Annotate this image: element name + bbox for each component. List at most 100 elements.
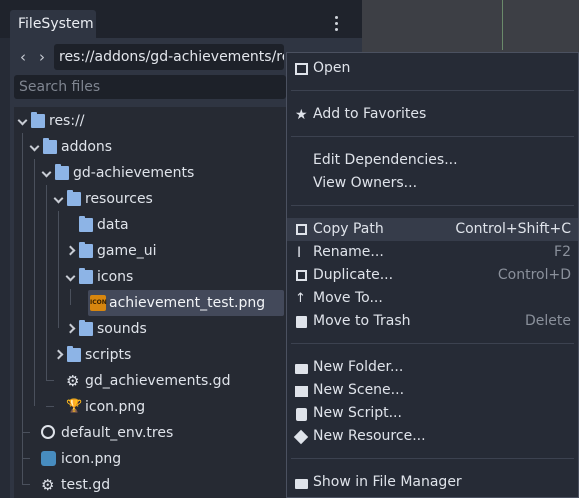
tree-item-res[interactable]: res:// <box>18 109 318 133</box>
folder-icon <box>67 190 81 206</box>
tree-item-icons[interactable]: icons <box>66 265 316 289</box>
menu-item-new-resource[interactable]: New Resource... <box>287 425 578 448</box>
chevron-down-icon[interactable] <box>30 142 40 152</box>
globe-icon <box>41 425 55 439</box>
tree-item-game-ui[interactable]: game_ui <box>66 239 316 263</box>
cube-icon <box>293 429 309 445</box>
forward-icon[interactable]: › <box>35 46 49 68</box>
menu-item-label: New Scene... <box>313 382 405 398</box>
image-file-icon: ICON <box>90 295 107 311</box>
back-icon[interactable]: ‹ <box>16 46 30 68</box>
search-input[interactable]: Search files <box>14 75 286 99</box>
trash-icon <box>296 316 307 328</box>
tree-item-label: icon.png <box>61 451 122 467</box>
menu-item-new-folder[interactable]: New Folder... <box>287 356 578 379</box>
folder-icon <box>67 346 81 362</box>
tree-item-icon-png[interactable]: 🏆 icon.png <box>54 395 304 419</box>
menu-separator <box>291 458 574 459</box>
folder-icon <box>79 216 93 232</box>
menu-item-new-scene[interactable]: New Scene... <box>287 379 578 402</box>
chevron-down-icon[interactable] <box>66 272 76 282</box>
tree-item-test-gd[interactable]: ⚙ test.gd <box>30 473 280 497</box>
menu-item-duplicate[interactable]: Duplicate... Control+D <box>287 264 578 287</box>
menu-item-show-in-file-manager[interactable]: Show in File Manager <box>287 471 578 494</box>
chevron-right-icon[interactable] <box>67 324 77 334</box>
godot-icon <box>41 451 56 466</box>
menu-item-move-to[interactable]: ↑ Move To... <box>287 287 578 310</box>
viewport-axis-line <box>502 0 503 50</box>
tree-item-label: icon.png <box>85 399 146 415</box>
menu-item-label: New Resource... <box>313 428 426 444</box>
chevron-down-icon[interactable] <box>42 168 52 178</box>
tree-item-achievement-test-png[interactable]: ICON achievement_test.png <box>88 291 288 315</box>
duplicate-icon <box>296 270 307 281</box>
copy-icon <box>296 224 307 235</box>
tree-item-scripts[interactable]: scripts <box>54 343 304 367</box>
menu-item-new-script[interactable]: New Script... <box>287 402 578 425</box>
tree-item-label: data <box>97 217 129 233</box>
menu-separator <box>291 136 574 137</box>
chevron-right-icon[interactable] <box>55 350 65 360</box>
menu-item-label: Open <box>313 60 351 76</box>
menu-item-add-to-favorites[interactable]: ★ Add to Favorites <box>287 103 578 126</box>
menu-item-view-owners[interactable]: View Owners... <box>287 172 578 195</box>
menu-item-label: Move to Trash <box>313 313 411 329</box>
tree-item-gd-achievements-gd[interactable]: ⚙ gd_achievements.gd <box>54 369 304 393</box>
star-icon: ★ <box>295 107 308 123</box>
script-icon <box>296 408 307 421</box>
menu-item-open[interactable]: Open <box>287 57 578 80</box>
rename-icon: I <box>297 245 302 261</box>
dock-menu-icon[interactable] <box>330 13 342 35</box>
chevron-right-icon[interactable] <box>67 246 77 256</box>
tree-item-label: resources <box>85 191 153 207</box>
menu-item-label: Copy Path <box>313 221 384 237</box>
folder-icon <box>79 242 93 258</box>
menu-separator <box>291 343 574 344</box>
chevron-down-icon[interactable] <box>54 194 64 204</box>
folder-icon <box>43 138 57 154</box>
menu-item-rename[interactable]: I Rename... F2 <box>287 241 578 264</box>
menu-item-label: Show in File Manager <box>313 474 462 490</box>
menu-item-label: Add to Favorites <box>313 106 427 122</box>
tree-item-sounds[interactable]: sounds <box>66 317 316 341</box>
menu-item-label: Move To... <box>313 290 383 306</box>
tree-item-label: default_env.tres <box>61 425 174 441</box>
menu-item-shortcut: F2 <box>554 244 571 260</box>
folder-icon <box>79 320 93 336</box>
menu-item-label: Edit Dependencies... <box>313 152 458 168</box>
menu-item-label: New Script... <box>313 405 402 421</box>
tree-item-addons[interactable]: addons <box>30 135 330 159</box>
move-up-icon: ↑ <box>295 291 306 306</box>
tree-item-label: addons <box>61 139 113 155</box>
menu-item-copy-path[interactable]: Copy Path Control+Shift+C <box>287 218 578 241</box>
chevron-down-icon[interactable] <box>18 116 28 126</box>
folder-icon <box>79 268 93 284</box>
clapperboard-icon <box>295 386 308 397</box>
dock-tab-bar: FileSystem <box>0 0 362 38</box>
trophy-icon: 🏆 <box>66 399 83 414</box>
context-menu: Open ★ Add to Favorites Edit Dependencie… <box>286 52 579 498</box>
menu-item-label: New Folder... <box>313 359 404 375</box>
path-input[interactable]: res://addons/gd-achievements/resources/i… <box>54 44 284 70</box>
open-icon <box>295 63 308 75</box>
menu-item-label: View Owners... <box>313 175 418 191</box>
tree-item-label: icons <box>97 269 134 285</box>
menu-item-move-to-trash[interactable]: Move to Trash Delete <box>287 310 578 333</box>
tree-item-label: scripts <box>85 347 132 363</box>
tree-item-label: test.gd <box>61 477 111 493</box>
tree-item-label: game_ui <box>97 243 157 259</box>
folder-icon <box>55 164 69 180</box>
gear-icon: ⚙ <box>41 476 55 494</box>
tree-item-icon-png-root[interactable]: icon.png <box>30 447 280 471</box>
menu-separator <box>291 205 574 206</box>
menu-separator <box>291 90 574 91</box>
tab-filesystem[interactable]: FileSystem <box>10 10 96 38</box>
tree-item-data[interactable]: data <box>66 213 316 237</box>
folder-icon <box>31 112 45 128</box>
tree-item-default-env-tres[interactable]: default_env.tres <box>30 421 280 445</box>
menu-item-label: Rename... <box>313 244 384 260</box>
tree-item-label: gd-achievements <box>73 165 195 181</box>
menu-item-shortcut: Control+Shift+C <box>455 221 571 237</box>
menu-item-edit-dependencies[interactable]: Edit Dependencies... <box>287 149 578 172</box>
gear-icon: ⚙ <box>66 372 80 390</box>
